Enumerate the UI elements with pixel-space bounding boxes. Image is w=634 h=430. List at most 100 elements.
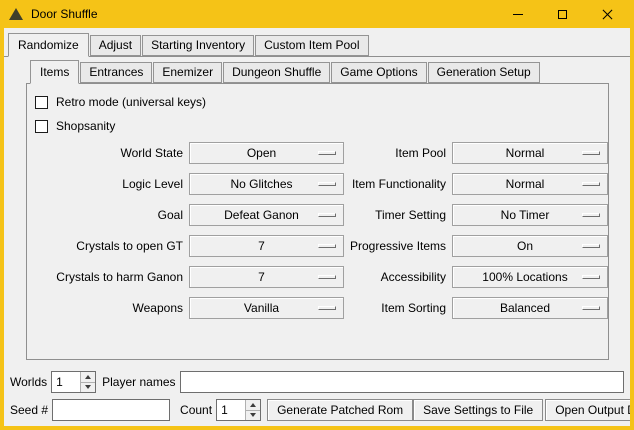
close-button[interactable] bbox=[585, 0, 630, 28]
tab-items[interactable]: Items bbox=[30, 60, 79, 84]
player-names-input[interactable] bbox=[180, 371, 625, 393]
tab-custom-item-pool[interactable]: Custom Item Pool bbox=[255, 35, 368, 56]
worlds-value[interactable]: 1 bbox=[52, 372, 80, 392]
count-label: Count bbox=[180, 403, 212, 417]
accessibility-label: Accessibility bbox=[350, 270, 446, 284]
weapons-value: Vanilla bbox=[244, 301, 289, 315]
worlds-spin-down-button[interactable] bbox=[80, 382, 95, 393]
tab-entrances[interactable]: Entrances bbox=[80, 62, 152, 83]
accessibility-dropdown[interactable]: 100% Locations bbox=[452, 266, 608, 288]
dropdown-indicator-icon bbox=[318, 213, 336, 217]
seed-label: Seed # bbox=[10, 403, 48, 417]
logic-level-label: Logic Level bbox=[35, 177, 183, 191]
item-pool-label: Item Pool bbox=[350, 146, 446, 160]
randomize-pane: Items Entrances Enemizer Dungeon Shuffle… bbox=[4, 56, 630, 360]
retro-mode-checkbox[interactable] bbox=[35, 96, 48, 109]
dropdown-indicator-icon bbox=[318, 244, 336, 248]
worlds-spinner-buttons bbox=[80, 372, 95, 392]
tab-game-options[interactable]: Game Options bbox=[331, 62, 426, 83]
goal-label: Goal bbox=[35, 208, 183, 222]
retro-mode-label: Retro mode (universal keys) bbox=[56, 95, 206, 109]
client-area: Randomize Adjust Starting Inventory Cust… bbox=[4, 28, 630, 426]
crystals-gt-dropdown[interactable]: 7 bbox=[189, 235, 344, 257]
close-icon bbox=[601, 8, 614, 21]
dropdown-indicator-icon bbox=[582, 306, 600, 310]
tab-generation-setup[interactable]: Generation Setup bbox=[428, 62, 540, 83]
accessibility-value: 100% Locations bbox=[482, 270, 577, 284]
player-names-label: Player names bbox=[102, 375, 175, 389]
tab-starting-inventory[interactable]: Starting Inventory bbox=[142, 35, 254, 56]
count-spinner-buttons bbox=[245, 400, 260, 420]
worlds-spinner[interactable]: 1 bbox=[51, 371, 96, 393]
timer-setting-value: No Timer bbox=[501, 208, 560, 222]
items-pane: Retro mode (universal keys) Shopsanity W… bbox=[26, 83, 609, 360]
title-bar: Door Shuffle bbox=[4, 0, 630, 28]
worlds-spin-up-button[interactable] bbox=[80, 372, 95, 382]
logic-level-dropdown[interactable]: No Glitches bbox=[189, 173, 344, 195]
worlds-label: Worlds bbox=[10, 375, 47, 389]
inner-notebook: Items Entrances Enemizer Dungeon Shuffle… bbox=[26, 60, 609, 360]
dropdown-indicator-icon bbox=[318, 275, 336, 279]
shopsanity-row: Shopsanity bbox=[35, 114, 608, 138]
dropdown-indicator-icon bbox=[582, 182, 600, 186]
window-controls bbox=[495, 0, 630, 28]
item-sorting-dropdown[interactable]: Balanced bbox=[452, 297, 608, 319]
count-value[interactable]: 1 bbox=[217, 400, 245, 420]
bottom-bar: Worlds 1 Player names Seed # Count 1 bbox=[10, 371, 624, 421]
dropdown-indicator-icon bbox=[318, 182, 336, 186]
dropdown-indicator-icon bbox=[318, 151, 336, 155]
save-settings-button[interactable]: Save Settings to File bbox=[413, 399, 543, 421]
outer-tab-bar: Randomize Adjust Starting Inventory Cust… bbox=[4, 33, 630, 56]
crystals-ganon-value: 7 bbox=[258, 270, 275, 284]
world-state-dropdown[interactable]: Open bbox=[189, 142, 344, 164]
arrow-down-icon bbox=[250, 413, 256, 417]
dropdown-indicator-icon bbox=[582, 275, 600, 279]
window-title: Door Shuffle bbox=[31, 7, 98, 21]
shopsanity-checkbox[interactable] bbox=[35, 120, 48, 133]
open-output-directory-button[interactable]: Open Output Directory bbox=[545, 399, 630, 421]
minimize-icon bbox=[513, 14, 523, 15]
tab-enemizer[interactable]: Enemizer bbox=[153, 62, 222, 83]
dropdown-indicator-icon bbox=[582, 151, 600, 155]
world-state-value: Open bbox=[247, 146, 286, 160]
options-grid: World State Open Item Pool Normal Logic … bbox=[35, 142, 608, 319]
arrow-up-icon bbox=[85, 375, 91, 379]
item-sorting-label: Item Sorting bbox=[350, 301, 446, 315]
item-functionality-dropdown[interactable]: Normal bbox=[452, 173, 608, 195]
timer-setting-dropdown[interactable]: No Timer bbox=[452, 204, 608, 226]
item-pool-dropdown[interactable]: Normal bbox=[452, 142, 608, 164]
maximize-button[interactable] bbox=[540, 0, 585, 28]
crystals-ganon-dropdown[interactable]: 7 bbox=[189, 266, 344, 288]
dropdown-indicator-icon bbox=[318, 306, 336, 310]
progressive-items-label: Progressive Items bbox=[350, 239, 446, 253]
goal-dropdown[interactable]: Defeat Ganon bbox=[189, 204, 344, 226]
crystals-ganon-label: Crystals to harm Ganon bbox=[35, 270, 183, 284]
timer-setting-label: Timer Setting bbox=[350, 208, 446, 222]
count-spinner[interactable]: 1 bbox=[216, 399, 261, 421]
weapons-dropdown[interactable]: Vanilla bbox=[189, 297, 344, 319]
item-pool-value: Normal bbox=[506, 146, 555, 160]
arrow-down-icon bbox=[85, 385, 91, 389]
dropdown-indicator-icon bbox=[582, 244, 600, 248]
tab-adjust[interactable]: Adjust bbox=[90, 35, 141, 56]
count-spin-up-button[interactable] bbox=[245, 400, 260, 410]
tab-dungeon-shuffle[interactable]: Dungeon Shuffle bbox=[223, 62, 330, 83]
weapons-label: Weapons bbox=[35, 301, 183, 315]
item-functionality-value: Normal bbox=[506, 177, 555, 191]
seed-input[interactable] bbox=[52, 399, 170, 421]
shopsanity-label: Shopsanity bbox=[56, 119, 115, 133]
count-spin-down-button[interactable] bbox=[245, 410, 260, 421]
world-state-label: World State bbox=[35, 146, 183, 160]
tab-randomize[interactable]: Randomize bbox=[8, 33, 89, 57]
generate-patched-rom-button[interactable]: Generate Patched Rom bbox=[267, 399, 413, 421]
goal-value: Defeat Ganon bbox=[224, 208, 309, 222]
progressive-items-dropdown[interactable]: On bbox=[452, 235, 608, 257]
inner-tab-bar: Items Entrances Enemizer Dungeon Shuffle… bbox=[26, 60, 609, 83]
minimize-button[interactable] bbox=[495, 0, 540, 28]
maximize-icon bbox=[558, 10, 567, 19]
worlds-row: Worlds 1 Player names bbox=[10, 371, 624, 393]
crystals-gt-label: Crystals to open GT bbox=[35, 239, 183, 253]
arrow-up-icon bbox=[250, 403, 256, 407]
seed-row: Seed # Count 1 Generate Patched Rom Save… bbox=[10, 399, 624, 421]
item-sorting-value: Balanced bbox=[500, 301, 560, 315]
